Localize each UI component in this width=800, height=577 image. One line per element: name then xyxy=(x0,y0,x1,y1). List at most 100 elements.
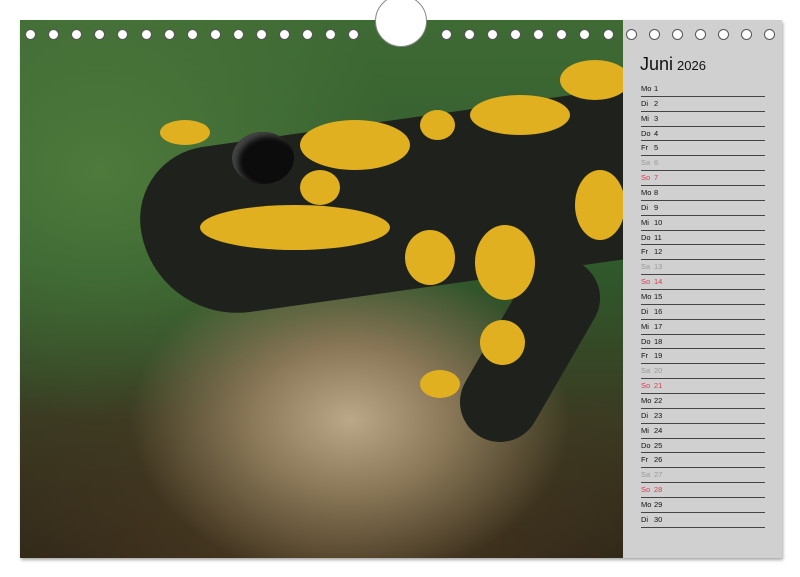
binding-hole xyxy=(626,29,637,40)
binding-hole xyxy=(441,29,452,40)
binding-hole xyxy=(256,29,267,40)
weekday: Di xyxy=(641,201,654,214)
weekday: Di xyxy=(641,409,654,422)
day-number: 15 xyxy=(654,292,662,301)
binding-hole xyxy=(695,29,706,40)
day-number: 13 xyxy=(654,262,662,271)
day-number: 17 xyxy=(654,322,662,331)
weekday: Do xyxy=(641,439,654,452)
day-row: Mi10 xyxy=(641,216,765,231)
weekday: Mo xyxy=(641,498,654,511)
day-number: 3 xyxy=(654,114,658,123)
weekday: Mo xyxy=(641,394,654,407)
weekday: Sa xyxy=(641,156,654,169)
binding-hole xyxy=(210,29,221,40)
day-row: Sa20 xyxy=(641,364,765,379)
day-number: 27 xyxy=(654,470,662,479)
day-list: Mo1Di2Mi3Do4Fr5Sa6So7Mo8Di9Mi10Do11Fr12S… xyxy=(641,82,765,528)
day-row: Di23 xyxy=(641,409,765,424)
day-row: Do11 xyxy=(641,231,765,246)
day-number: 7 xyxy=(654,173,658,182)
day-row: Di30 xyxy=(641,513,765,528)
day-row: Fr5 xyxy=(641,141,765,156)
day-number: 29 xyxy=(654,500,662,509)
day-number: 30 xyxy=(654,515,662,524)
day-number: 18 xyxy=(654,337,662,346)
day-row: Mo22 xyxy=(641,394,765,409)
day-number: 9 xyxy=(654,203,658,212)
day-row: Mi3 xyxy=(641,112,765,127)
day-row: Di16 xyxy=(641,305,765,320)
weekday: Di xyxy=(641,513,654,526)
day-row: Do18 xyxy=(641,335,765,350)
day-row: Do4 xyxy=(641,127,765,142)
day-number: 23 xyxy=(654,411,662,420)
weekday: So xyxy=(641,275,654,288)
day-number: 22 xyxy=(654,396,662,405)
day-number: 16 xyxy=(654,307,662,316)
weekday: Mo xyxy=(641,82,654,95)
weekday: Di xyxy=(641,305,654,318)
weekday: Mi xyxy=(641,216,654,229)
weekday: Mi xyxy=(641,424,654,437)
day-row: Mo29 xyxy=(641,498,765,513)
weekday: Do xyxy=(641,335,654,348)
weekday: Fr xyxy=(641,141,654,154)
day-row: So21 xyxy=(641,379,765,394)
binding-hole xyxy=(649,29,660,40)
day-number: 20 xyxy=(654,366,662,375)
day-number: 24 xyxy=(654,426,662,435)
weekday: Mo xyxy=(641,290,654,303)
day-number: 8 xyxy=(654,188,658,197)
day-row: So14 xyxy=(641,275,765,290)
binding-hole xyxy=(718,29,729,40)
day-row: Mo8 xyxy=(641,186,765,201)
day-row: Fr26 xyxy=(641,453,765,468)
weekday: So xyxy=(641,379,654,392)
weekday: Mi xyxy=(641,112,654,125)
day-number: 2 xyxy=(654,99,658,108)
binding-hole xyxy=(487,29,498,40)
binding-hole xyxy=(141,29,152,40)
weekday: Sa xyxy=(641,260,654,273)
month-title: Juni2026 xyxy=(640,54,706,75)
day-row: Mo1 xyxy=(641,82,765,97)
day-row: So7 xyxy=(641,171,765,186)
calendar-page: Juni2026 Mo1Di2Mi3Do4Fr5Sa6So7Mo8Di9Mi10… xyxy=(20,20,782,558)
day-row: Di9 xyxy=(641,201,765,216)
binding-hole xyxy=(164,29,175,40)
day-number: 28 xyxy=(654,485,662,494)
day-row: Fr12 xyxy=(641,245,765,260)
weekday: Mo xyxy=(641,186,654,199)
binding-hole xyxy=(233,29,244,40)
day-row: Do25 xyxy=(641,439,765,454)
day-number: 12 xyxy=(654,247,662,256)
day-row: Di2 xyxy=(641,97,765,112)
day-row: Sa27 xyxy=(641,468,765,483)
day-number: 25 xyxy=(654,441,662,450)
day-row: Mi24 xyxy=(641,424,765,439)
weekday: Mi xyxy=(641,320,654,333)
weekday: Sa xyxy=(641,364,654,377)
day-number: 6 xyxy=(654,158,658,167)
day-number: 21 xyxy=(654,381,662,390)
day-number: 14 xyxy=(654,277,662,286)
weekday: Fr xyxy=(641,349,654,362)
weekday: Sa xyxy=(641,468,654,481)
day-number: 10 xyxy=(654,218,662,227)
eye xyxy=(232,132,294,184)
binding-hole xyxy=(603,29,614,40)
day-row: Fr19 xyxy=(641,349,765,364)
day-number: 1 xyxy=(654,84,658,93)
weekday: Fr xyxy=(641,453,654,466)
weekday: So xyxy=(641,483,654,496)
salamander-photo xyxy=(20,20,623,558)
binding-hole xyxy=(25,29,36,40)
day-row: So28 xyxy=(641,483,765,498)
day-number: 11 xyxy=(654,233,662,242)
day-number: 26 xyxy=(654,455,662,464)
day-number: 5 xyxy=(654,143,658,152)
day-number: 4 xyxy=(654,129,658,138)
day-number: 19 xyxy=(654,351,662,360)
binding-hole xyxy=(672,29,683,40)
